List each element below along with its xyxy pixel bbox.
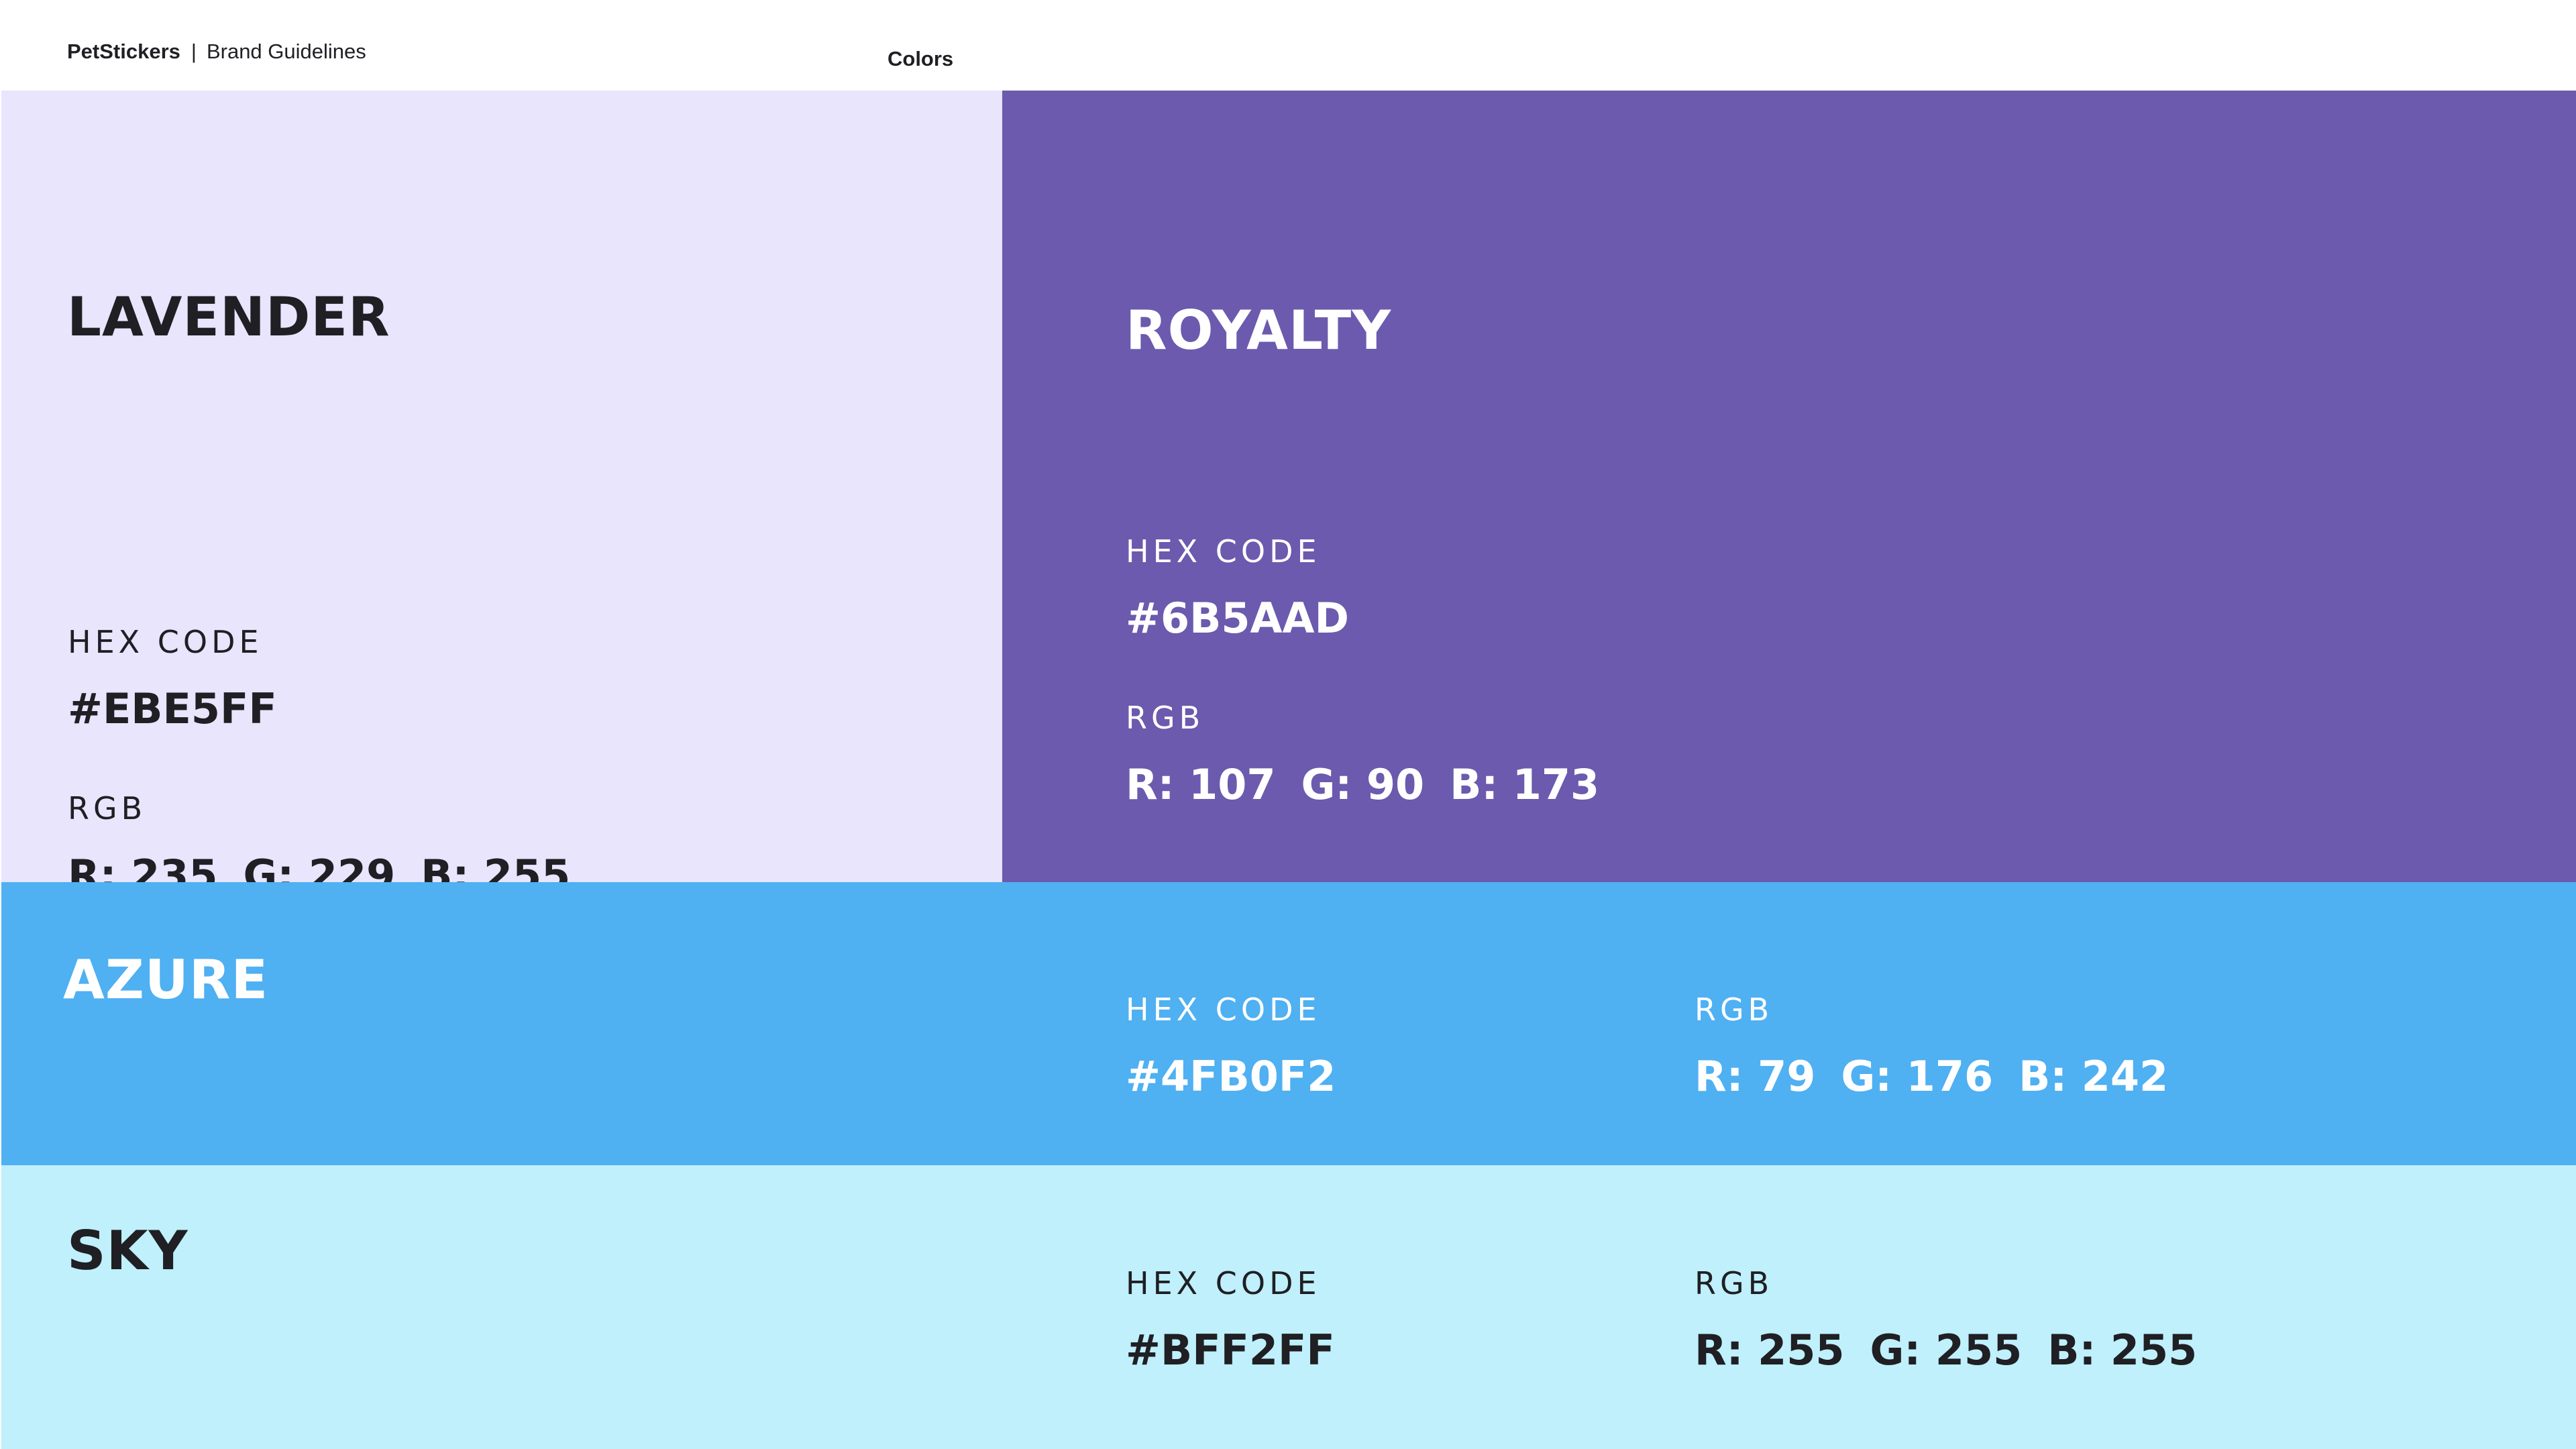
rgb-blue-value: B: 173 bbox=[1450, 760, 1600, 809]
hex-code-label: HEX CODE bbox=[68, 624, 263, 660]
color-name: ROYALTY bbox=[1126, 299, 1392, 362]
color-name: LAVENDER bbox=[67, 286, 390, 348]
color-panel-royalty: ROYALTY HEX CODE #6B5AAD RGB R: 107 G: 90… bbox=[1002, 91, 2576, 882]
rgb-value: R: 255 G: 255 B: 255 bbox=[1695, 1325, 2197, 1376]
hex-code-value: #BFF2FF bbox=[1126, 1326, 1335, 1375]
color-panel-lavender: LAVENDER HEX CODE #EBE5FF RGB R: 235 G: 2… bbox=[1, 91, 1002, 900]
rgb-value: R: 107 G: 90 B: 173 bbox=[1126, 759, 1599, 810]
color-name: SKY bbox=[67, 1220, 189, 1282]
rgb-value: R: 79 G: 176 B: 242 bbox=[1695, 1051, 2168, 1102]
rgb-label: RGB bbox=[68, 790, 147, 826]
rgb-label: RGB bbox=[1126, 700, 1205, 736]
page-title: Colors bbox=[888, 47, 954, 70]
rgb-blue-value: B: 255 bbox=[2047, 1326, 2198, 1375]
hex-code-label: HEX CODE bbox=[1126, 533, 1321, 570]
breadcrumb-separator: | bbox=[191, 40, 197, 63]
rgb-green-value: G: 255 bbox=[1870, 1326, 2023, 1375]
hex-code-label: HEX CODE bbox=[1126, 1265, 1321, 1301]
rgb-green-value: G: 90 bbox=[1301, 760, 1425, 809]
rgb-label: RGB bbox=[1695, 1265, 1774, 1301]
hex-code-value: #4FB0F2 bbox=[1126, 1052, 1336, 1101]
rgb-red-value: R: 255 bbox=[1695, 1326, 1845, 1375]
page-header: PetStickers | Brand Guidelines Colors bbox=[0, 0, 2576, 91]
brand-name: PetStickers bbox=[67, 40, 180, 63]
hex-code-value: #6B5AAD bbox=[1126, 594, 1349, 643]
rgb-label: RGB bbox=[1695, 991, 1774, 1028]
document-section: Brand Guidelines bbox=[206, 40, 366, 63]
rgb-blue-value: B: 242 bbox=[2019, 1052, 2169, 1101]
breadcrumb: PetStickers | Brand Guidelines bbox=[67, 38, 366, 65]
color-panel-sky: SKY HEX CODE #BFF2FF RGB R: 255 G: 255 B: … bbox=[1, 1165, 2576, 1449]
rgb-red-value: R: 79 bbox=[1695, 1052, 1816, 1101]
rgb-green-value: G: 176 bbox=[1841, 1052, 1994, 1101]
color-panel-azure: AZURE HEX CODE #4FB0F2 RGB R: 79 G: 176 B:… bbox=[1, 882, 2576, 1165]
hex-code-label: HEX CODE bbox=[1126, 991, 1321, 1028]
hex-code-value: #EBE5FF bbox=[68, 684, 277, 733]
rgb-red-value: R: 107 bbox=[1126, 760, 1276, 809]
color-name: AZURE bbox=[63, 949, 269, 1011]
